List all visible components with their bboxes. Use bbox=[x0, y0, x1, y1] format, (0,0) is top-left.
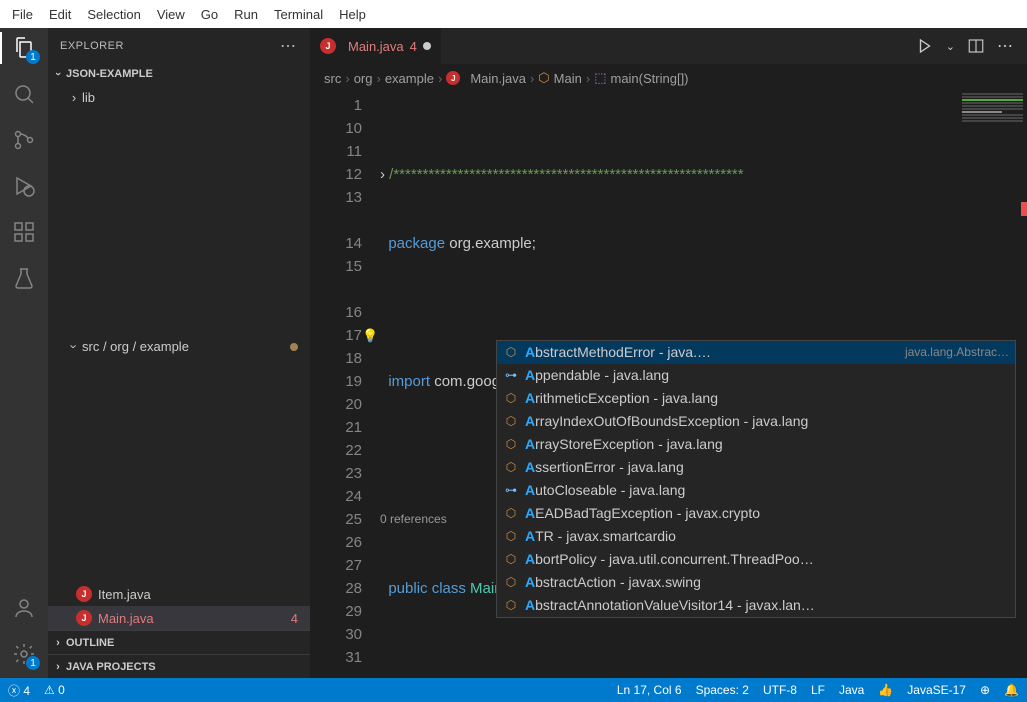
breadcrumb[interactable]: src› org› example› JMain.java› ⬡Main› ⬚m… bbox=[310, 64, 1027, 92]
tree-src[interactable]: ›src / org / example bbox=[48, 109, 310, 582]
status-bar: ⓧ 4 ⚠ 0 Ln 17, Col 6 Spaces: 2 UTF-8 LF … bbox=[0, 678, 1027, 702]
suggest-item[interactable]: ⬡AEADBadTagException - javax.crypto bbox=[497, 502, 1015, 525]
gutter: 110111213 141516 1718192021 2223242526 2… bbox=[310, 92, 380, 678]
activity-bar: 1 1 bbox=[0, 28, 48, 678]
file-item-java[interactable]: J Item.java bbox=[48, 582, 310, 606]
minimap-error-marker bbox=[1021, 202, 1027, 216]
menu-view[interactable]: View bbox=[149, 3, 193, 26]
status-warnings[interactable]: ⚠ 0 bbox=[44, 683, 65, 697]
source[interactable]: 💡 › /***********************************… bbox=[380, 92, 1027, 678]
status-lang[interactable]: Java bbox=[839, 683, 864, 697]
settings-badge: 1 bbox=[26, 656, 40, 670]
status-jdk[interactable]: JavaSE-17 bbox=[907, 683, 966, 697]
suggest-widget[interactable]: ⬡AbstractMethodError - java.…java.lang.A… bbox=[496, 340, 1016, 618]
accounts-icon[interactable] bbox=[12, 596, 36, 620]
status-spaces[interactable]: Spaces: 2 bbox=[696, 683, 749, 697]
class-icon: ⬡ bbox=[503, 345, 519, 361]
code-editor[interactable]: 110111213 141516 1718192021 2223242526 2… bbox=[310, 92, 1027, 678]
suggest-item[interactable]: ⬡ArrayStoreException - java.lang bbox=[497, 433, 1015, 456]
settings-icon[interactable]: 1 bbox=[12, 642, 36, 666]
suggest-item[interactable]: ⊶Appendable - java.lang bbox=[497, 364, 1015, 387]
editor-more-icon[interactable]: ⋯ bbox=[997, 36, 1015, 56]
class-icon: ⬡ bbox=[503, 391, 519, 407]
suggest-item[interactable]: ⬡AbstractAction - javax.swing bbox=[497, 571, 1015, 594]
sidebar: EXPLORER ⋯ ›JSON-EXAMPLE ›lib ›src / org… bbox=[48, 28, 310, 678]
search-icon[interactable] bbox=[12, 82, 36, 106]
sidebar-title: EXPLORER bbox=[60, 40, 124, 52]
codelens[interactable]: 0 references bbox=[380, 508, 447, 531]
menu-run[interactable]: Run bbox=[226, 3, 266, 26]
status-errors[interactable]: ⓧ 4 bbox=[8, 682, 30, 699]
run-debug-icon[interactable] bbox=[12, 174, 36, 198]
outline-pane[interactable]: ›OUTLINE bbox=[48, 630, 310, 654]
suggest-item[interactable]: ⬡AbstractMethodError - java.…java.lang.A… bbox=[497, 341, 1015, 364]
class-icon: ⬡ bbox=[503, 437, 519, 453]
split-editor-icon[interactable] bbox=[967, 37, 985, 55]
lightbulb-icon[interactable]: 💡 bbox=[362, 324, 378, 347]
file-main-java[interactable]: J Main.java 4 bbox=[48, 606, 310, 630]
modified-dot-icon bbox=[290, 343, 298, 351]
explorer-badge: 1 bbox=[26, 50, 40, 64]
chevron-down-icon[interactable]: ⌄ bbox=[946, 40, 955, 53]
status-eol[interactable]: LF bbox=[811, 683, 825, 697]
tab-main-java[interactable]: J Main.java 4 bbox=[310, 28, 442, 64]
menu-edit[interactable]: Edit bbox=[41, 3, 79, 26]
menu-terminal[interactable]: Terminal bbox=[266, 3, 331, 26]
menu-file[interactable]: File bbox=[4, 3, 41, 26]
extensions-icon[interactable] bbox=[12, 220, 36, 244]
suggest-item[interactable]: ⊶AutoCloseable - java.lang bbox=[497, 479, 1015, 502]
tree-lib[interactable]: ›lib bbox=[48, 85, 310, 109]
class-icon: ⬡ bbox=[503, 460, 519, 476]
java-file-icon: J bbox=[320, 38, 336, 54]
menu-go[interactable]: Go bbox=[193, 3, 226, 26]
run-button[interactable] bbox=[916, 37, 934, 55]
editor-group: J Main.java 4 ⌄ ⋯ src› org› example› JMa… bbox=[310, 28, 1027, 678]
sidebar-more-icon[interactable]: ⋯ bbox=[280, 36, 298, 56]
java-file-icon: J bbox=[76, 586, 92, 602]
suggest-item[interactable]: ⬡ArrayIndexOutOfBoundsException - java.l… bbox=[497, 410, 1015, 433]
suggest-item[interactable]: ⬡ATR - javax.smartcardio bbox=[497, 525, 1015, 548]
class-icon: ⬡ bbox=[503, 598, 519, 614]
interface-icon: ⊶ bbox=[503, 368, 519, 384]
menubar[interactable]: File Edit Selection View Go Run Terminal… bbox=[0, 0, 1027, 28]
javaprojects-pane[interactable]: ›JAVA PROJECTS bbox=[48, 654, 310, 678]
java-file-icon: J bbox=[76, 610, 92, 626]
suggest-item[interactable]: ⬡ArithmeticException - java.lang bbox=[497, 387, 1015, 410]
class-icon: ⬡ bbox=[503, 552, 519, 568]
interface-icon: ⊶ bbox=[503, 483, 519, 499]
tab-bar: J Main.java 4 ⌄ ⋯ bbox=[310, 28, 1027, 64]
source-control-icon[interactable] bbox=[12, 128, 36, 152]
testing-icon[interactable] bbox=[12, 266, 36, 290]
status-cursor[interactable]: Ln 17, Col 6 bbox=[617, 683, 682, 697]
suggest-item[interactable]: ⬡AbortPolicy - java.util.concurrent.Thre… bbox=[497, 548, 1015, 571]
dirty-dot-icon bbox=[423, 42, 431, 50]
suggest-item[interactable]: ⬡AssertionError - java.lang bbox=[497, 456, 1015, 479]
class-icon: ⬡ bbox=[503, 506, 519, 522]
folder-root[interactable]: ›JSON-EXAMPLE bbox=[48, 63, 310, 85]
status-encoding[interactable]: UTF-8 bbox=[763, 683, 797, 697]
bell-icon[interactable]: 🔔 bbox=[1004, 683, 1019, 697]
thumbs-up-icon[interactable]: 👍 bbox=[878, 683, 893, 697]
suggest-item[interactable]: ⬡AbstractAnnotationValueVisitor14 - java… bbox=[497, 594, 1015, 617]
class-icon: ⬡ bbox=[503, 414, 519, 430]
class-icon: ⬡ bbox=[503, 575, 519, 591]
menu-help[interactable]: Help bbox=[331, 3, 374, 26]
feedback-icon[interactable]: ⊕ bbox=[980, 683, 990, 697]
explorer-icon[interactable]: 1 bbox=[12, 36, 36, 60]
menu-selection[interactable]: Selection bbox=[79, 3, 148, 26]
class-icon: ⬡ bbox=[503, 529, 519, 545]
